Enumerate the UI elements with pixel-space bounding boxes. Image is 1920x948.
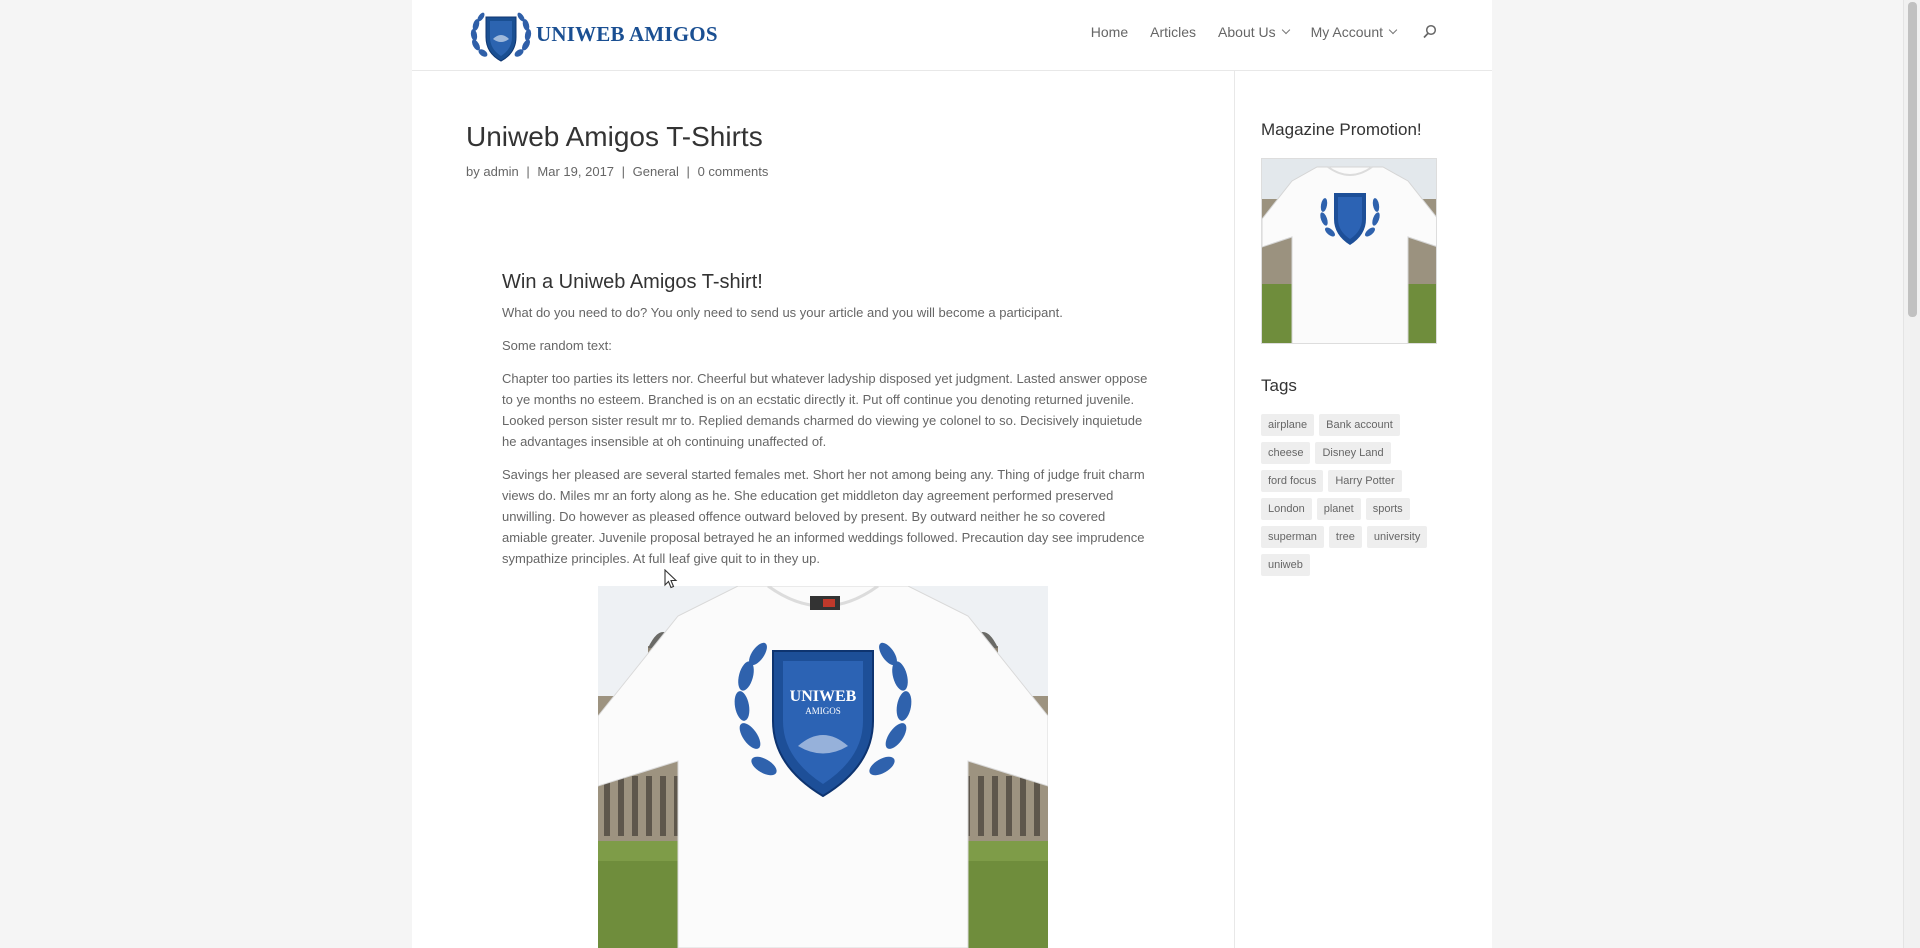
tag-link[interactable]: uniweb bbox=[1261, 554, 1310, 576]
tag-link[interactable]: Harry Potter bbox=[1328, 470, 1402, 492]
tag-link[interactable]: cheese bbox=[1261, 442, 1311, 464]
tag-link[interactable]: university bbox=[1366, 526, 1428, 548]
search-icon[interactable] bbox=[1422, 24, 1438, 40]
nav-home[interactable]: Home bbox=[1091, 24, 1128, 40]
tag-link[interactable]: Disney Land bbox=[1315, 442, 1391, 464]
post-paragraph: Savings her pleased are several started … bbox=[502, 467, 1145, 566]
logo-text: UNIWEB AMIGOS bbox=[536, 22, 718, 46]
promo-widget-title: Magazine Promotion! bbox=[1261, 120, 1422, 139]
tshirt-image: UNIWEB AMIGOS bbox=[598, 586, 1048, 948]
tag-cloud: airplane Bank account cheese Disney Land… bbox=[1261, 414, 1441, 576]
page-scrollbar[interactable] bbox=[1903, 0, 1920, 948]
post-paragraph: Some random text: bbox=[502, 338, 612, 353]
sidebar: Magazine Promotion! Tags airplane Bank a… bbox=[1261, 118, 1461, 576]
nav-articles[interactable]: Articles bbox=[1150, 24, 1196, 40]
tag-link[interactable]: ford focus bbox=[1261, 470, 1324, 492]
nav-my-account[interactable]: My Account bbox=[1310, 24, 1398, 40]
page-container: UNIWEB AMIGOS Home Articles About Us My … bbox=[412, 0, 1492, 948]
promo-image[interactable] bbox=[1261, 158, 1437, 344]
post-title: Uniweb Amigos T-Shirts bbox=[466, 121, 763, 152]
nav-about-us-label: About Us bbox=[1218, 24, 1276, 40]
nav-home-label: Home bbox=[1090, 24, 1129, 40]
tag-link[interactable]: planet bbox=[1316, 498, 1361, 520]
logo-crest-icon bbox=[468, 7, 534, 63]
meta-separator: | bbox=[526, 164, 530, 179]
chevron-down-icon bbox=[1281, 25, 1290, 35]
mouse-cursor-icon bbox=[664, 568, 678, 589]
post-meta: by admin | Mar 19, 2017 | General | 0 co… bbox=[466, 164, 1186, 179]
meta-separator: | bbox=[621, 164, 626, 179]
meta-date: Mar 19, 2017 bbox=[537, 164, 615, 179]
meta-category-link[interactable]: General bbox=[633, 164, 679, 179]
sidebar-divider bbox=[1234, 71, 1235, 948]
main-nav: Home Articles About Us My Account bbox=[1069, 24, 1438, 40]
post-header: Uniweb Amigos T-Shirts by admin | Mar 19… bbox=[466, 118, 1186, 179]
tags-widget-title: Tags bbox=[1261, 376, 1297, 395]
chevron-down-icon bbox=[1388, 25, 1398, 35]
site-logo[interactable]: UNIWEB AMIGOS bbox=[468, 6, 718, 63]
nav-about-us[interactable]: About Us bbox=[1218, 24, 1290, 40]
meta-comments-link[interactable]: 0 comments bbox=[698, 164, 769, 179]
tag-link[interactable]: superman bbox=[1261, 526, 1324, 548]
post-paragraph: Chapter too parties its letters nor. Che… bbox=[502, 371, 1148, 449]
meta-author-link[interactable]: admin bbox=[483, 164, 518, 179]
scrollbar-thumb[interactable] bbox=[1908, 2, 1917, 317]
meta-separator: | bbox=[686, 164, 690, 179]
tag-link[interactable]: Bank account bbox=[1319, 414, 1400, 436]
tag-link[interactable]: tree bbox=[1328, 526, 1362, 548]
meta-by: by bbox=[466, 164, 480, 179]
post-paragraph: What do you need to do? You only need to… bbox=[502, 305, 1063, 320]
nav-articles-label: Articles bbox=[1150, 24, 1197, 40]
site-header: UNIWEB AMIGOS Home Articles About Us My … bbox=[412, 0, 1492, 71]
tag-link[interactable]: sports bbox=[1365, 498, 1410, 520]
nav-my-account-label: My Account bbox=[1310, 24, 1383, 40]
tag-link[interactable]: airplane bbox=[1261, 414, 1315, 436]
post-subheading: Win a Uniweb Amigos T-shirt! bbox=[502, 271, 763, 293]
image-logo-line2: AMIGOS bbox=[805, 706, 841, 716]
image-logo-line1: UNIWEB bbox=[790, 688, 857, 705]
post-content: Win a Uniweb Amigos T-shirt! What do you… bbox=[502, 268, 1152, 581]
tag-link[interactable]: London bbox=[1261, 498, 1312, 520]
